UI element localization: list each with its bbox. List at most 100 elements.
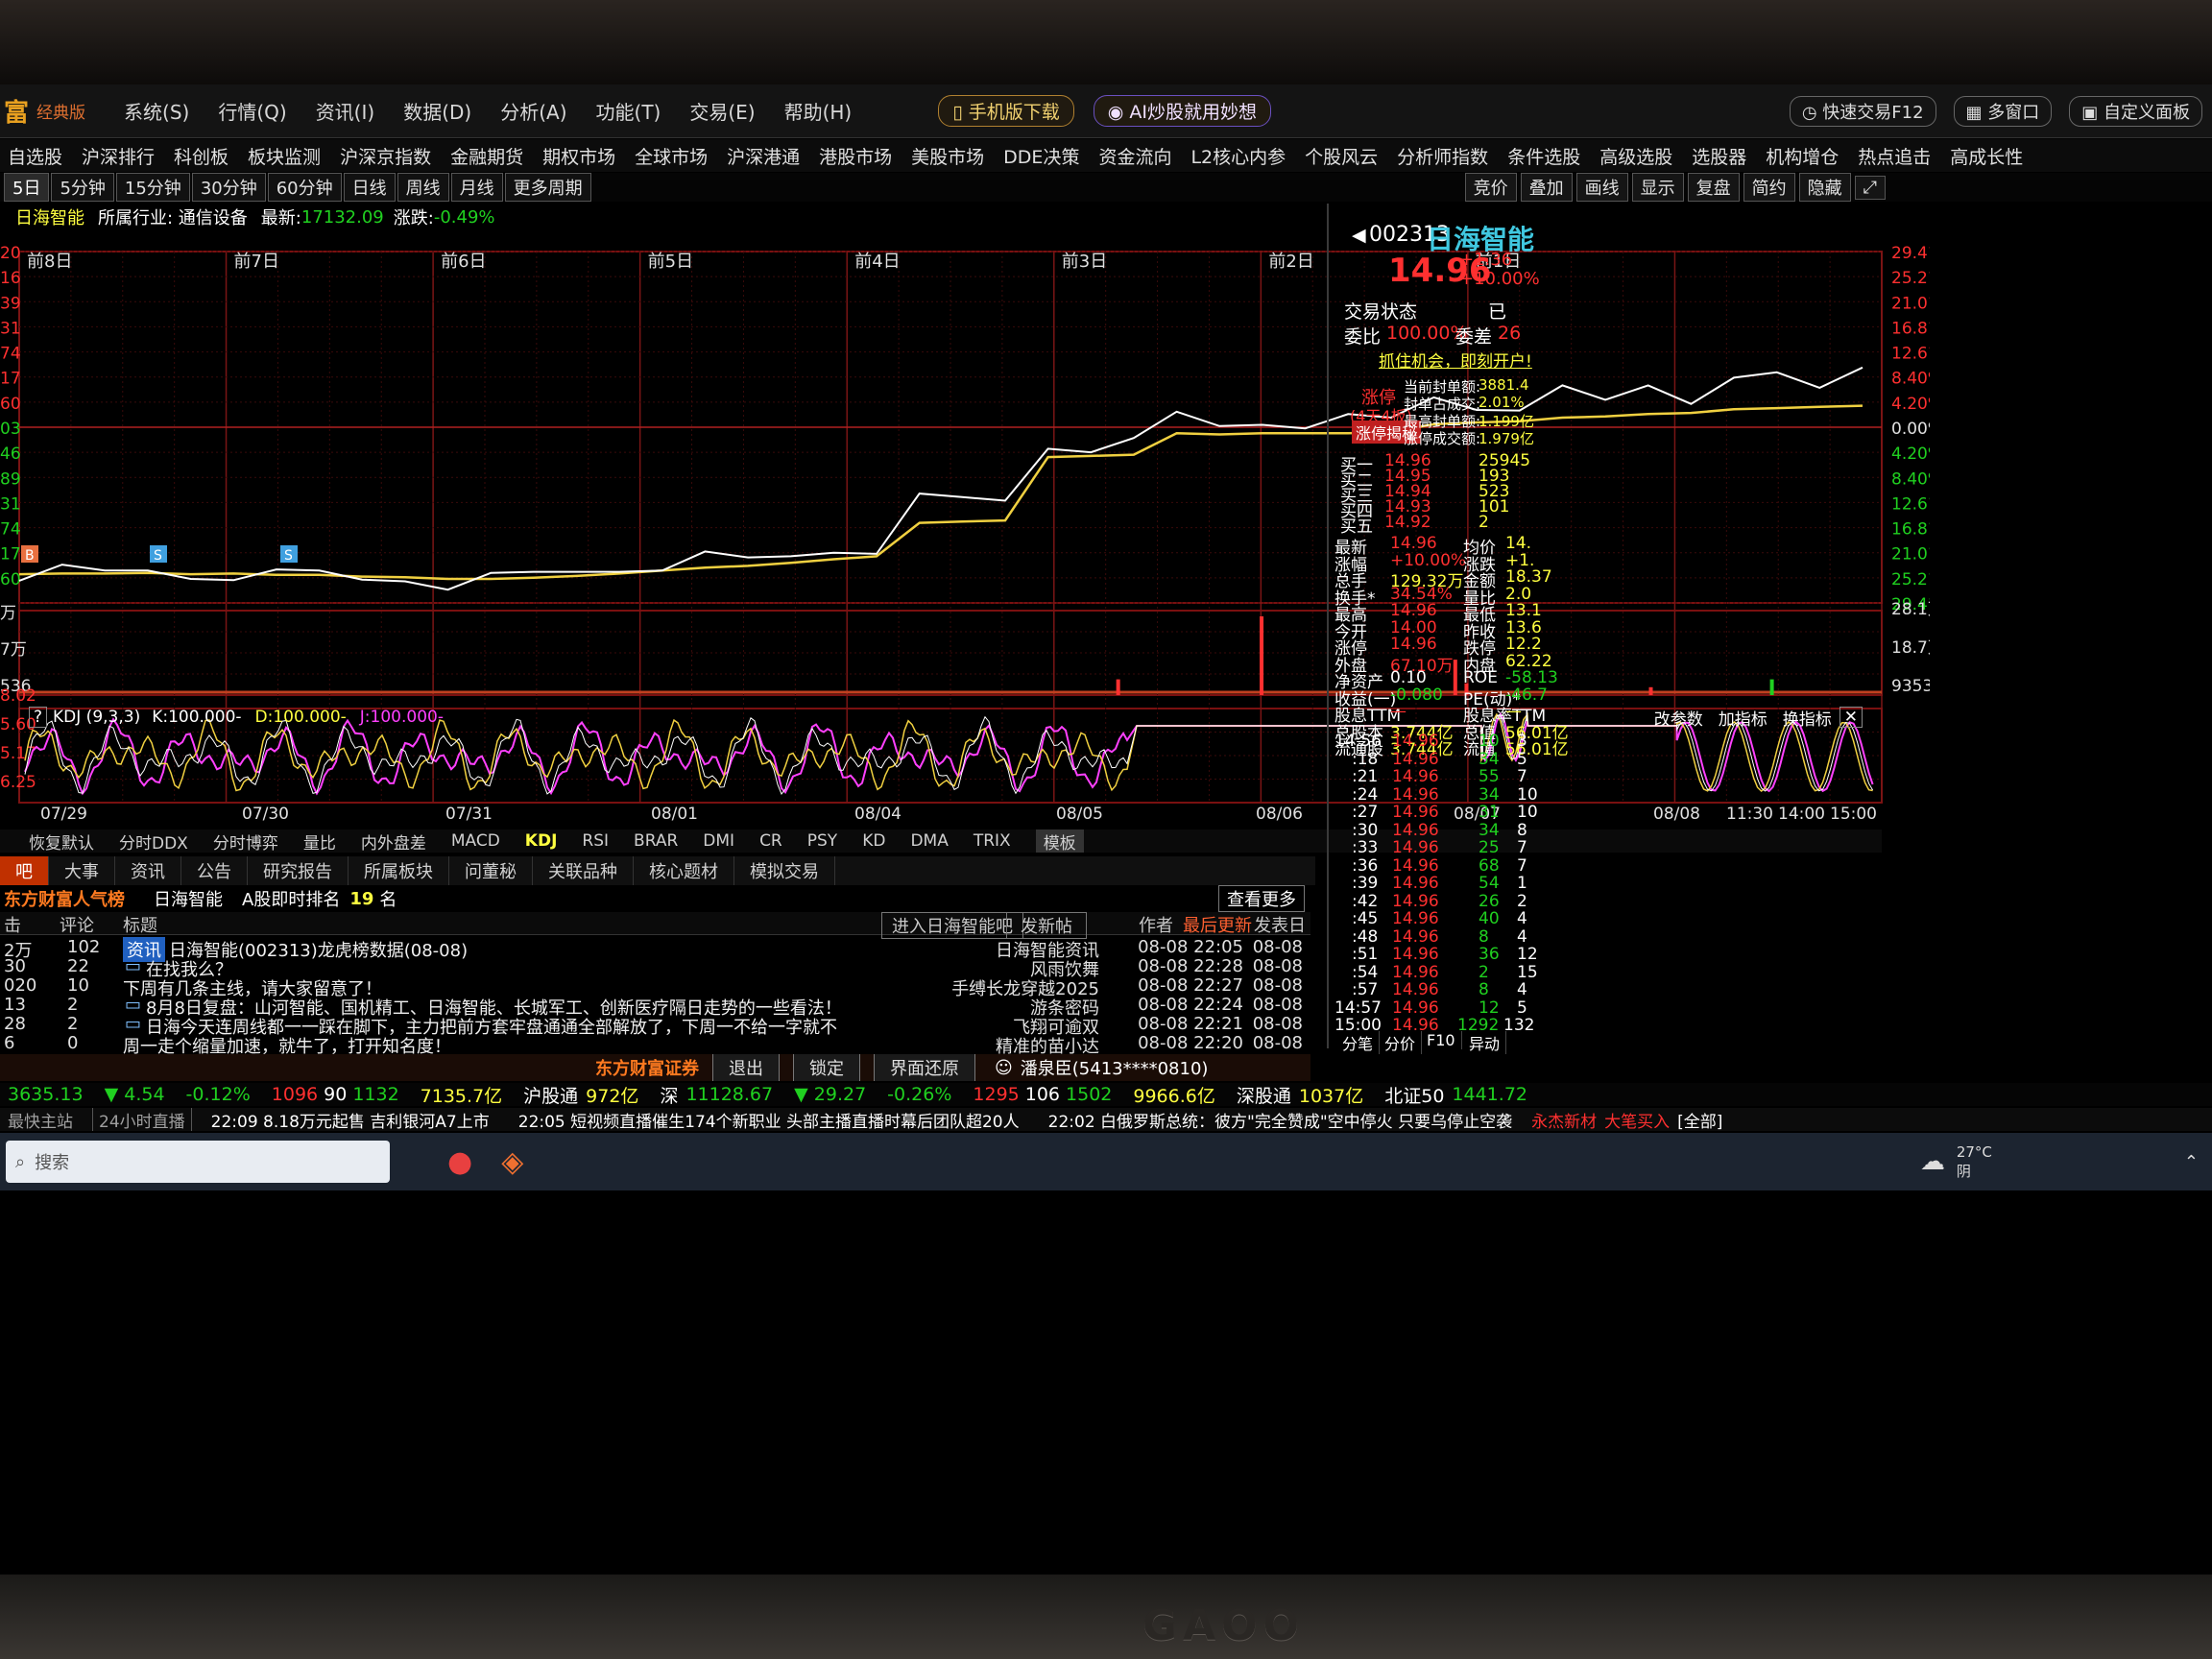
tool-replay[interactable]: 复盘 [1687, 173, 1740, 202]
tool-overlay[interactable]: 叠加 [1520, 173, 1573, 202]
ind-trix[interactable]: TRIX [974, 831, 1011, 851]
nav-futures[interactable]: 金融期货 [450, 143, 523, 169]
news-item[interactable]: 22:09 8.18万元起售 吉利银河A7上市 [211, 1108, 490, 1132]
chevron-up-icon[interactable]: ⌃ [2184, 1152, 2199, 1172]
tab-sectors[interactable]: 所属板块 [349, 856, 449, 885]
ind-cr[interactable]: CR [759, 831, 782, 851]
nav-options[interactable]: 期权市场 [542, 143, 615, 169]
panel-divider[interactable] [1327, 204, 1329, 1048]
tool-auction[interactable]: 竞价 [1464, 173, 1517, 202]
fastest-server[interactable]: 最快主站 [8, 1108, 73, 1132]
ind-template[interactable]: 模板 [1035, 830, 1084, 853]
ind-brar[interactable]: BRAR [634, 831, 678, 851]
period-5min[interactable]: 5分钟 [51, 173, 114, 202]
ind-macd[interactable]: MACD [451, 831, 500, 851]
period-15min[interactable]: 15分钟 [115, 173, 190, 202]
ind-dma[interactable]: DMA [910, 831, 948, 851]
nav-star-market[interactable]: 科创板 [174, 143, 228, 169]
tab-core-themes[interactable]: 核心题材 [634, 856, 734, 885]
ind-psy[interactable]: PSY [807, 831, 837, 851]
nav-inst-holding[interactable]: 机构增仓 [1766, 143, 1839, 169]
bid-price[interactable]: 14.92 [1384, 513, 1431, 532]
news-item[interactable]: 22:05 短视频直播催生174个新职业 头部主播直播时幕后团队超20人 [518, 1108, 1020, 1132]
nav-l2[interactable]: L2核心内参 [1190, 143, 1286, 169]
nav-ranking[interactable]: 沪深排行 [82, 143, 155, 169]
sz-index-value[interactable]: 11128.67 [685, 1084, 773, 1105]
tab-research[interactable]: 研究报告 [248, 856, 349, 885]
fullscreen-icon[interactable]: ⤢ [1854, 175, 1886, 200]
help-icon[interactable]: ? [29, 707, 48, 728]
nav-sector-monitor[interactable]: 板块监测 [248, 143, 321, 169]
quote-bottom-tab[interactable]: 异动 [1463, 1031, 1507, 1054]
lock-button[interactable]: 锁定 [793, 1054, 860, 1081]
period-weekly[interactable]: 周线 [397, 173, 449, 202]
bz50-value[interactable]: 1441.72 [1452, 1084, 1527, 1105]
ind-ddx[interactable]: 分时DDX [119, 830, 188, 854]
open-account-promo[interactable]: 抓住机会，即刻开户! [1379, 348, 1532, 372]
menu-trade[interactable]: 交易(E) [689, 97, 755, 125]
nav-stock-news[interactable]: 个股风云 [1305, 143, 1378, 169]
alert-stock[interactable]: 永杰新材 [1531, 1108, 1597, 1132]
nav-growth[interactable]: 高成长性 [1950, 143, 2023, 169]
menu-function[interactable]: 功能(T) [596, 97, 661, 125]
custom-panel-button[interactable]: ▣ 自定义面板 [2069, 95, 2202, 127]
app-icon[interactable]: ◈ [501, 1145, 523, 1179]
period-30min[interactable]: 30分钟 [191, 173, 266, 202]
forum-post-row[interactable]: 6 0 周一走个缩量加速，就牛了，打开知名度！ 精准的苗小达 08-08 22:20 08… [0, 1033, 1310, 1057]
restore-ui-button[interactable]: 界面还原 [874, 1054, 975, 1081]
tab-ask-secretary[interactable]: 问董秘 [449, 856, 533, 885]
nav-hotspot[interactable]: 热点追击 [1858, 143, 1931, 169]
ind-kdj[interactable]: KDJ [525, 831, 558, 851]
period-5day[interactable]: 5日 [4, 173, 50, 202]
alert-all[interactable]: [全部] [1677, 1108, 1722, 1132]
new-post-button[interactable]: 发新帖 [1006, 912, 1087, 939]
tool-draw[interactable]: 画线 [1575, 173, 1628, 202]
app-icon[interactable]: ● [447, 1145, 472, 1179]
menu-analysis[interactable]: 分析(A) [500, 97, 566, 125]
account-name[interactable]: 潘泉臣(5413****0810) [1021, 1055, 1209, 1080]
ind-kd[interactable]: KD [862, 831, 885, 851]
nav-fund-flow[interactable]: 资金流向 [1098, 143, 1171, 169]
nav-global[interactable]: 全球市场 [635, 143, 708, 169]
nav-watchlist[interactable]: 自选股 [8, 143, 62, 169]
back-icon[interactable]: ◀ [1352, 225, 1366, 246]
nav-us[interactable]: 美股市场 [911, 143, 984, 169]
forum-post-row[interactable]: 020 10 下周有几条主线，请大家留意了！ 手缚长龙穿越2025 08-08 22:2… [0, 975, 1310, 999]
menu-system[interactable]: 系统(S) [124, 97, 189, 125]
col-date[interactable]: 发表日 [1254, 912, 1306, 937]
quote-bottom-tab[interactable]: F10 [1421, 1031, 1462, 1049]
tab-related[interactable]: 关联品种 [533, 856, 634, 885]
ai-button[interactable]: ◉ AI炒股就用妙想 [1093, 95, 1271, 127]
logout-button[interactable]: 退出 [712, 1054, 780, 1081]
nav-index[interactable]: 沪深京指数 [340, 143, 431, 169]
menu-help[interactable]: 帮助(H) [784, 97, 853, 125]
period-60min[interactable]: 60分钟 [267, 173, 342, 202]
menu-data[interactable]: 数据(D) [403, 97, 471, 125]
tab-events[interactable]: 大事 [49, 856, 115, 885]
col-updated[interactable]: 最后更新 [1183, 912, 1252, 937]
forum-post-row[interactable]: 2万 102 资讯 日海智能(002313)龙虎榜数据(08-08) 日海智能资讯 08-… [0, 937, 1310, 962]
forum-post-row[interactable]: 30 22 ▭ 在找我么？ 风雨饮舞 08-08 22:28 08-08 [0, 956, 1310, 980]
tool-hide[interactable]: 隐藏 [1798, 173, 1851, 202]
nav-hk[interactable]: 港股市场 [819, 143, 892, 169]
sh-index-value[interactable]: 3635.13 [8, 1084, 84, 1105]
ind-dmi[interactable]: DMI [703, 831, 734, 851]
ind-game[interactable]: 分时博弈 [213, 830, 278, 854]
nav-stock-picker[interactable]: 选股器 [1692, 143, 1746, 169]
mobile-download-button[interactable]: ▯ 手机版下载 [938, 95, 1074, 127]
menu-quotes[interactable]: 行情(Q) [218, 97, 286, 125]
view-more-button[interactable]: 查看更多 [1218, 885, 1305, 912]
live-24h[interactable]: 24小时直播 [92, 1108, 192, 1131]
tool-simple[interactable]: 简约 [1743, 173, 1795, 202]
ind-volume-ratio[interactable]: 量比 [303, 830, 336, 854]
enter-bar-button[interactable]: 进入日海智能吧 [881, 912, 1023, 939]
multi-window-button[interactable]: ▦ 多窗口 [1953, 95, 2053, 127]
tab-announcements[interactable]: 公告 [181, 856, 248, 885]
ind-in-out[interactable]: 内外盘差 [361, 830, 426, 854]
quote-bottom-tab[interactable]: 分笔 [1336, 1031, 1381, 1054]
tab-simulated-trade[interactable]: 模拟交易 [734, 856, 835, 885]
nav-analyst-index[interactable]: 分析师指数 [1397, 143, 1488, 169]
tab-forum[interactable]: 吧 [0, 856, 49, 885]
news-item[interactable]: 22:02 白俄罗斯总统：彼方"完全赞成"空中停火 只要乌停止空袭 [1048, 1108, 1512, 1132]
ind-rsi[interactable]: RSI [582, 831, 609, 851]
